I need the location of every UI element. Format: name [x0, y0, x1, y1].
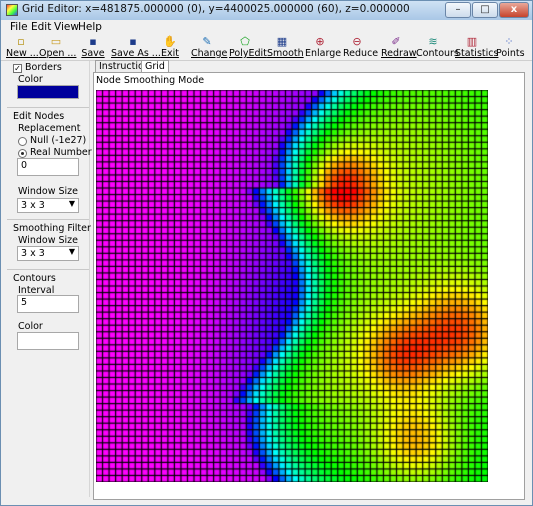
- exit-icon: ✋: [163, 35, 177, 48]
- toolbar-statistics-button[interactable]: ▥ Statistics: [455, 35, 499, 59]
- statistics-icon: ▥: [466, 35, 478, 48]
- window-size-value: 3 x 3: [21, 200, 45, 211]
- toolbar-change-button[interactable]: ✎ Change: [191, 35, 228, 59]
- points-icon: ⁘: [504, 35, 514, 48]
- toolbar-points-label: Points: [496, 48, 525, 59]
- minimize-button[interactable]: –: [445, 2, 471, 18]
- toolbar-enlarge-button[interactable]: ⊕ Enlarge: [305, 35, 342, 59]
- grid-editor-window: Grid Editor: x=481875.000000 (0), y=4400…: [0, 0, 533, 506]
- toolbar-smooth-button[interactable]: ▦ Smooth: [267, 35, 304, 59]
- chevron-down-icon: ▼: [68, 199, 75, 208]
- replacement-label: Replacement: [18, 123, 81, 134]
- toolbar-contours-label: Contours: [416, 48, 459, 59]
- contours-icon: ≋: [428, 35, 438, 48]
- borders-label: Borders: [25, 62, 62, 73]
- divider: [7, 219, 89, 220]
- toolbar-polyedit-label: PolyEdit: [229, 48, 267, 59]
- menu-file[interactable]: File: [10, 21, 28, 33]
- toolbar-reduce-label: Reduce: [343, 48, 379, 59]
- toolbar-exit-label: Exit: [161, 48, 179, 59]
- toolbar-new-button[interactable]: ▫ New ...: [6, 35, 39, 59]
- save-as-disk-icon: ▪: [129, 35, 137, 48]
- toolbar-redraw-label: Redraw: [381, 48, 417, 59]
- toolbar-new-label: New ...: [6, 48, 39, 59]
- menu-edit[interactable]: Edit: [31, 21, 51, 33]
- app-icon: [6, 4, 18, 16]
- real-number-label: Real Number: [30, 147, 92, 158]
- maximize-button[interactable]: □: [472, 2, 498, 18]
- smoothing-filter-heading: Smoothing Filter: [13, 223, 91, 234]
- contour-color-label: Color: [18, 321, 43, 332]
- window-title: Grid Editor: x=481875.000000 (0), y=4400…: [22, 3, 410, 15]
- menu-bar: File Edit View Help: [1, 20, 532, 34]
- toolbar-smooth-label: Smooth: [267, 48, 304, 59]
- zoom-in-icon: ⊕: [315, 35, 325, 48]
- divider: [7, 269, 89, 270]
- contour-color-swatch[interactable]: [17, 332, 79, 350]
- border-color-swatch[interactable]: [17, 85, 79, 99]
- divider: [7, 107, 89, 108]
- smoothing-window-value: 3 x 3: [21, 248, 45, 259]
- menu-view[interactable]: View: [54, 21, 79, 33]
- toolbar-redraw-button[interactable]: ✐ Redraw: [381, 35, 417, 59]
- smoothing-window-label: Window Size: [18, 235, 78, 246]
- toolbar-reduce-button[interactable]: ⊖ Reduce: [343, 35, 379, 59]
- settings-panel: ✓ Borders Color Edit Nodes Replacement N…: [7, 61, 92, 497]
- window-size-label: Window Size: [18, 186, 78, 197]
- title-bar[interactable]: Grid Editor: x=481875.000000 (0), y=4400…: [1, 1, 532, 21]
- toolbar: ▫ New ... ▭ Open ... ▪ Save ▪ Save As ..…: [1, 34, 532, 61]
- toolbar-contours-button[interactable]: ≋ Contours: [416, 35, 459, 59]
- toolbar-save-button[interactable]: ▪ Save: [81, 35, 105, 59]
- close-button[interactable]: x: [499, 2, 529, 18]
- interval-input[interactable]: 5: [17, 295, 79, 313]
- open-folder-icon: ▭: [50, 35, 62, 48]
- toolbar-save-as-label: Save As ...: [111, 48, 161, 59]
- edit-nodes-heading: Edit Nodes: [13, 111, 65, 122]
- toolbar-save-as-button[interactable]: ▪ Save As ...: [111, 35, 161, 59]
- borders-checkbox[interactable]: ✓: [13, 64, 22, 73]
- toolbar-exit-button[interactable]: ✋ Exit: [159, 35, 181, 59]
- polygon-icon: ⬠: [240, 35, 250, 48]
- real-number-input[interactable]: 0: [17, 158, 79, 176]
- toolbar-open-label: Open ...: [39, 48, 77, 59]
- toolbar-points-button[interactable]: ⁘ Points: [496, 35, 525, 59]
- redraw-icon: ✐: [391, 35, 401, 48]
- toolbar-open-button[interactable]: ▭ Open ...: [39, 35, 77, 59]
- real-number-radio[interactable]: [18, 149, 27, 158]
- toolbar-save-label: Save: [81, 48, 105, 59]
- toolbar-polyedit-button[interactable]: ⬠ PolyEdit: [229, 35, 267, 59]
- smoothing-window-select[interactable]: 3 x 3 ▼: [17, 246, 79, 261]
- window-size-select[interactable]: 3 x 3 ▼: [17, 198, 79, 213]
- mode-label: Node Smoothing Mode: [96, 75, 205, 86]
- border-color-label: Color: [18, 74, 43, 85]
- grid-canvas[interactable]: [96, 90, 488, 482]
- save-disk-icon: ▪: [89, 35, 97, 48]
- null-radio[interactable]: [18, 137, 27, 146]
- zoom-out-icon: ⊖: [352, 35, 362, 48]
- new-file-icon: ▫: [17, 35, 25, 48]
- chevron-down-icon: ▼: [68, 247, 75, 256]
- menu-help[interactable]: Help: [78, 21, 102, 33]
- grid-view[interactable]: [96, 90, 488, 482]
- grid-tab-content: Node Smoothing Mode: [93, 72, 525, 500]
- toolbar-enlarge-label: Enlarge: [305, 48, 342, 59]
- smooth-icon: ▦: [276, 35, 288, 48]
- toolbar-statistics-label: Statistics: [455, 48, 499, 59]
- toolbar-change-label: Change: [191, 48, 228, 59]
- contours-heading: Contours: [13, 273, 56, 284]
- null-option-label: Null (-1e27): [30, 135, 87, 146]
- change-icon: ✎: [202, 35, 212, 48]
